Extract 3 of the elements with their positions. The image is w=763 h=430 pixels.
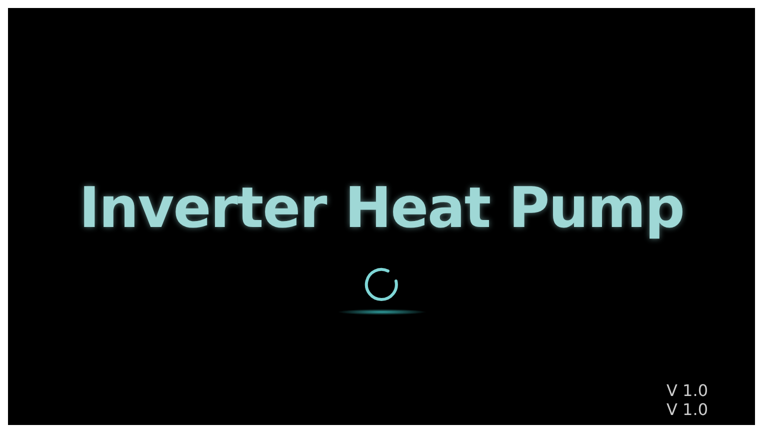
app-title: Inverter Heat Pump xyxy=(79,176,684,241)
version-label: V 1.0 xyxy=(666,400,708,419)
version-label: V 1.0 xyxy=(666,381,708,400)
